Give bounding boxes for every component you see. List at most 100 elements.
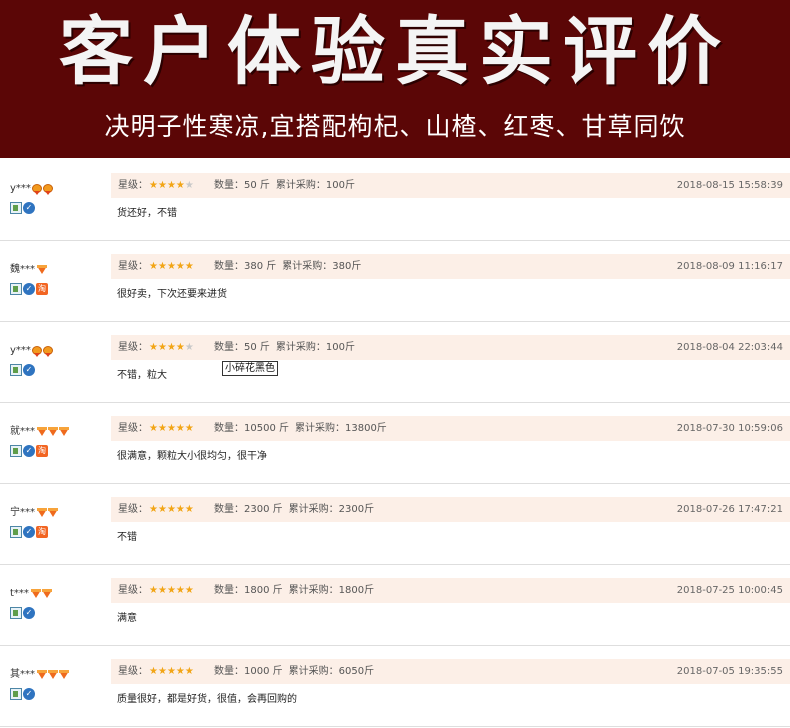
star-icon: ★ bbox=[149, 180, 158, 191]
diamond-medal-icon bbox=[36, 669, 47, 681]
verified-icon[interactable]: ✓ bbox=[23, 444, 35, 457]
star-icon: ★ bbox=[166, 261, 176, 272]
star-icon: ★ bbox=[157, 180, 167, 191]
star-icon: ★ bbox=[175, 666, 185, 677]
review-meta: 星级： ★★★★★ 数量：50 斤累计采购：100斤 2018-08-04 22… bbox=[111, 335, 790, 360]
user-name[interactable]: 就*** bbox=[10, 426, 35, 437]
star-icon: ★ bbox=[157, 585, 167, 596]
crown-medal-icon bbox=[42, 345, 53, 357]
quantity-label: 数量： bbox=[214, 261, 244, 272]
crown-medal-icon bbox=[31, 183, 42, 195]
user-name[interactable]: 宁*** bbox=[10, 507, 35, 518]
star-icon: ★ bbox=[149, 423, 158, 434]
review-comment: 满意 bbox=[117, 613, 137, 624]
taobao-icon[interactable]: 淘 bbox=[36, 444, 48, 457]
user-info: 魏*** ✓ 淘 bbox=[10, 263, 106, 295]
review-comment: 货还好，不错 bbox=[117, 208, 177, 219]
review-meta: 星级： ★★★★★ 数量：1800 斤累计采购：1800斤 2018-07-25… bbox=[111, 578, 790, 603]
user-info: y*** ✓ bbox=[10, 344, 106, 376]
star-icon: ★ bbox=[149, 666, 158, 677]
star-icon: ★ bbox=[184, 423, 194, 434]
review-meta: 星级： ★★★★★ 数量：1000 斤累计采购：6050斤 2018-07-05… bbox=[111, 659, 790, 684]
diamond-medal-icon bbox=[36, 507, 47, 519]
user-badges: ✓ 淘 bbox=[10, 521, 106, 538]
user-name[interactable]: y*** bbox=[10, 345, 31, 356]
user-name[interactable]: 魏*** bbox=[10, 264, 35, 275]
user-name[interactable]: t*** bbox=[10, 588, 29, 599]
review-item: y*** ✓ 星级： ★★★★★ 数量：50 斤累计采购：100斤 2018-0… bbox=[0, 322, 790, 403]
star-icon: ★ bbox=[175, 585, 185, 596]
quantity: 数量：2300 斤累计采购：2300斤 bbox=[214, 497, 374, 522]
id-card-icon[interactable] bbox=[10, 687, 22, 700]
verified-icon[interactable]: ✓ bbox=[23, 363, 35, 376]
star-icon: ★ bbox=[149, 261, 158, 272]
verified-icon[interactable]: ✓ bbox=[23, 201, 35, 214]
quantity-label: 数量： bbox=[214, 666, 244, 677]
id-card-icon[interactable] bbox=[10, 606, 22, 619]
total-label: 累计采购： bbox=[288, 585, 339, 596]
total-value: 13800斤 bbox=[345, 423, 387, 434]
star-icon: ★ bbox=[175, 261, 185, 272]
star-icon: ★ bbox=[157, 666, 167, 677]
rating-label: 星级： bbox=[118, 261, 148, 272]
quantity: 数量：380 斤累计采购：380斤 bbox=[214, 254, 361, 279]
total-label: 累计采购： bbox=[275, 180, 326, 191]
verified-icon[interactable]: ✓ bbox=[23, 606, 35, 619]
total-label: 累计采购： bbox=[275, 342, 326, 353]
id-card-icon[interactable] bbox=[10, 444, 22, 457]
star-icon: ★ bbox=[184, 666, 194, 677]
star-icon: ★ bbox=[157, 261, 167, 272]
user-info: 宁*** ✓ 淘 bbox=[10, 506, 106, 538]
star-icon: ★ bbox=[175, 423, 185, 434]
quantity-label: 数量： bbox=[214, 180, 244, 191]
review-comment: 很满意，颗粒大小很均匀，很干净 bbox=[117, 451, 267, 462]
id-card-icon[interactable] bbox=[10, 363, 22, 376]
taobao-icon[interactable]: 淘 bbox=[36, 282, 48, 295]
star-icon: ★ bbox=[184, 585, 194, 596]
quantity-value: 2300 斤 bbox=[244, 504, 283, 515]
verified-icon[interactable]: ✓ bbox=[23, 687, 35, 700]
review-item: t*** ✓ 星级： ★★★★★ 数量：1800 斤累计采购：1800斤 201… bbox=[0, 565, 790, 646]
total-label: 累计采购： bbox=[282, 261, 333, 272]
user-info: 就*** ✓ 淘 bbox=[10, 425, 106, 457]
review-meta: 星级： ★★★★★ 数量：10500 斤累计采购：13800斤 2018-07-… bbox=[111, 416, 790, 441]
total-value: 6050斤 bbox=[338, 666, 375, 677]
rating-label: 星级： bbox=[118, 504, 148, 515]
star-icon: ★ bbox=[166, 666, 176, 677]
quantity: 数量：50 斤累计采购：100斤 bbox=[214, 335, 355, 360]
review-meta: 星级： ★★★★★ 数量：50 斤累计采购：100斤 2018-08-15 15… bbox=[111, 173, 790, 198]
star-icon: ★ bbox=[175, 342, 185, 353]
verified-icon[interactable]: ✓ bbox=[23, 282, 35, 295]
user-info: t*** ✓ bbox=[10, 587, 106, 619]
diamond-medal-icon bbox=[58, 669, 69, 681]
diamond-medal-icon bbox=[36, 426, 47, 438]
user-name[interactable]: y*** bbox=[10, 183, 31, 194]
star-icon: ★ bbox=[184, 261, 194, 272]
review-item: y*** ✓ 星级： ★★★★★ 数量：50 斤累计采购：100斤 2018-0… bbox=[0, 160, 790, 241]
review-comment: 不错 bbox=[117, 532, 137, 543]
user-name[interactable]: 其*** bbox=[10, 669, 35, 680]
review-date: 2018-07-26 17:47:21 bbox=[676, 504, 783, 515]
id-card-icon[interactable] bbox=[10, 525, 22, 538]
id-card-icon[interactable] bbox=[10, 282, 22, 295]
star-rating: ★★★★★ bbox=[149, 416, 194, 441]
user-badges: ✓ bbox=[10, 197, 106, 214]
total-label: 累计采购： bbox=[288, 666, 339, 677]
total-value: 100斤 bbox=[325, 342, 355, 353]
quantity: 数量：50 斤累计采购：100斤 bbox=[214, 173, 355, 198]
star-icon: ★ bbox=[166, 342, 176, 353]
verified-icon[interactable]: ✓ bbox=[23, 525, 35, 538]
taobao-icon[interactable]: 淘 bbox=[36, 525, 48, 538]
star-rating: ★★★★★ bbox=[149, 335, 194, 360]
quantity-label: 数量： bbox=[214, 423, 244, 434]
star-icon: ★ bbox=[149, 342, 158, 353]
total-label: 累计采购： bbox=[288, 504, 339, 515]
star-icon: ★ bbox=[166, 180, 176, 191]
star-rating: ★★★★★ bbox=[149, 659, 194, 684]
diamond-medal-icon bbox=[47, 507, 58, 519]
review-meta: 星级： ★★★★★ 数量：380 斤累计采购：380斤 2018-08-09 1… bbox=[111, 254, 790, 279]
review-date: 2018-07-25 10:00:45 bbox=[676, 585, 783, 596]
rating-label: 星级： bbox=[118, 666, 148, 677]
review-date: 2018-07-05 19:35:55 bbox=[676, 666, 783, 677]
id-card-icon[interactable] bbox=[10, 201, 22, 214]
